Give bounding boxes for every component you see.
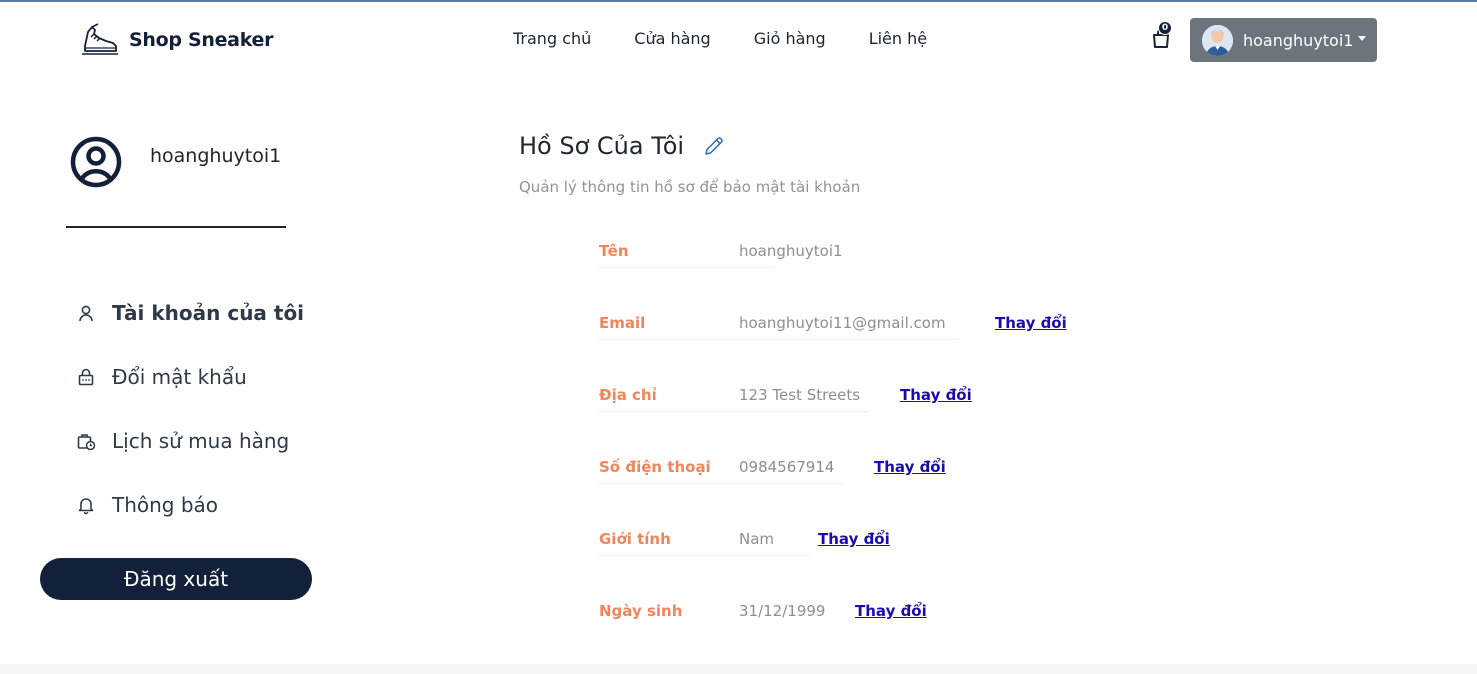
field-label: Email <box>599 314 646 332</box>
sidebar-item-label: Thông báo <box>112 493 219 517</box>
sidebar-item-order-history[interactable]: Lịch sử mua hàng <box>76 429 289 453</box>
sneaker-logo-icon <box>82 23 118 55</box>
nav-home[interactable]: Trang chủ <box>513 29 591 48</box>
main-nav: Trang chủ Cửa hàng Giỏ hàng Liên hệ <box>513 29 970 48</box>
page-title: Hồ Sơ Của Tôi <box>519 132 725 160</box>
sidebar-item-notifications[interactable]: Thông báo <box>76 493 218 517</box>
nav-cart[interactable]: Giỏ hàng <box>754 29 826 48</box>
field-underline <box>599 411 869 412</box>
change-address-link[interactable]: Thay đổi <box>900 386 972 404</box>
user-icon <box>79 305 93 322</box>
field-underline <box>599 555 809 556</box>
sidebar-divider <box>66 226 286 228</box>
lock-icon <box>78 368 94 386</box>
cart-count-badge: 0 <box>1158 21 1172 35</box>
field-label: Tên <box>599 242 629 260</box>
sidebar-item-change-password[interactable]: Đổi mật khẩu <box>76 365 247 389</box>
field-value: hoanghuytoi11@gmail.com <box>739 314 946 332</box>
field-label: Địa chỉ <box>599 386 657 404</box>
logout-button[interactable]: Đăng xuất <box>40 558 312 600</box>
user-menu-name: hoanghuytoi1 <box>1243 30 1354 50</box>
field-value: Nam <box>739 530 775 548</box>
field-label: Ngày sinh <box>599 602 683 620</box>
field-label: Giới tính <box>599 530 671 548</box>
change-email-link[interactable]: Thay đổi <box>995 314 1067 332</box>
top-accent-line <box>0 0 1477 2</box>
user-avatar-icon <box>1202 24 1233 56</box>
change-birthday-link[interactable]: Thay đổi <box>855 602 927 620</box>
change-phone-link[interactable]: Thay đổi <box>874 458 946 476</box>
brand[interactable]: Shop Sneaker <box>80 22 273 58</box>
field-value: 31/12/1999 <box>739 602 826 620</box>
bell-icon <box>78 498 94 515</box>
field-underline <box>599 339 959 340</box>
nav-shop[interactable]: Cửa hàng <box>634 29 710 48</box>
field-value: 123 Test Streets <box>739 386 861 404</box>
field-value: hoanghuytoi1 <box>739 242 843 260</box>
sidebar-item-label: Tài khoản của tôi <box>112 301 305 325</box>
pencil-icon[interactable] <box>703 135 725 157</box>
avatar <box>1202 24 1233 56</box>
brand-name: Shop Sneaker <box>129 29 274 51</box>
field-label: Số điện thoại <box>599 458 711 476</box>
page-subtitle: Quản lý thông tin hồ sơ để bảo mật tài k… <box>519 178 861 196</box>
page-title-text: Hồ Sơ Của Tôi <box>519 132 685 160</box>
order-history-icon <box>77 434 96 451</box>
field-value: 0984567914 <box>739 458 835 476</box>
user-circle-icon <box>70 136 122 188</box>
field-underline <box>599 267 774 268</box>
sidebar-username: hoanghuytoi1 <box>150 145 282 167</box>
field-underline <box>599 483 844 484</box>
sidebar-item-account[interactable]: Tài khoản của tôi <box>76 301 304 325</box>
sidebar-item-label: Đổi mật khẩu <box>112 365 247 389</box>
sidebar-item-label: Lịch sử mua hàng <box>112 429 290 453</box>
nav-contact[interactable]: Liên hệ <box>869 29 927 48</box>
change-gender-link[interactable]: Thay đổi <box>818 530 890 548</box>
user-menu-button[interactable]: hoanghuytoi1 <box>1190 18 1377 62</box>
footer-edge <box>0 664 1477 674</box>
caret-down-icon <box>1358 35 1367 41</box>
